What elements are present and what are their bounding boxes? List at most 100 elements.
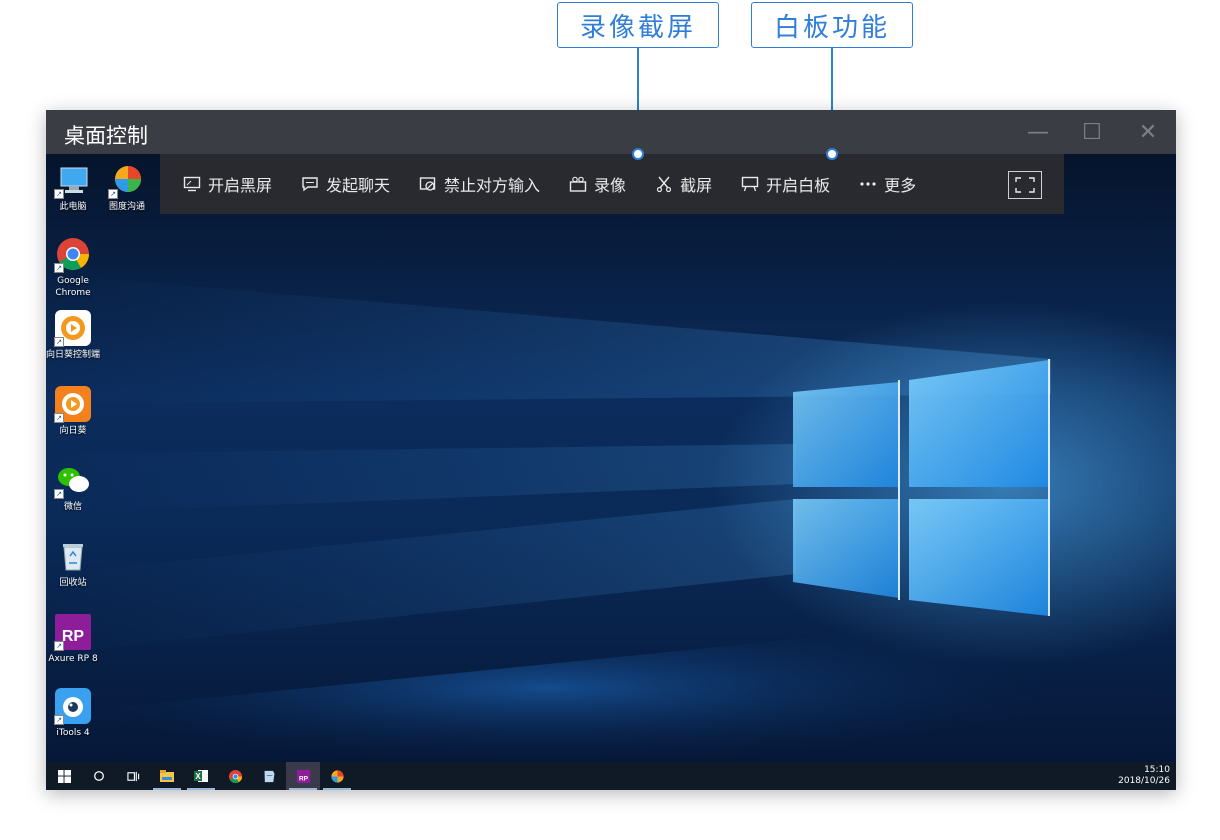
desktop-icon-chrome[interactable]: ↗ Google Chrome (46, 236, 102, 299)
desktop-icon-recycle-bin[interactable]: 回收站 (46, 538, 102, 589)
monitor-icon (182, 175, 202, 193)
clock-time: 15:10 (1144, 765, 1170, 775)
whiteboard-button[interactable]: 开启白板 (740, 172, 830, 196)
callout-whiteboard: 白板功能 (751, 2, 913, 48)
desktop-icon-label: 向日葵 (59, 426, 87, 436)
task-view-icon (126, 771, 139, 781)
desktop-icon-label: Axure RP 8 (48, 654, 98, 664)
remote-desktop-view[interactable]: 开启黑屏 发起聊天 禁止对方输入 录像 截屏 开启白板 更多 ↗ 此电脑 ↗ 图… (46, 154, 1176, 762)
maximize-button[interactable]: ☐ (1078, 118, 1106, 146)
close-button[interactable]: ✕ (1134, 118, 1162, 146)
desktop-icon-itools[interactable]: ↗ iTools 4 (46, 688, 102, 739)
windows-taskbar: X RP 15:10 2018/10/26 (46, 762, 1176, 790)
minimize-button[interactable]: — (1024, 118, 1052, 146)
svg-text:RP: RP (298, 775, 308, 782)
record-button[interactable]: 录像 (568, 172, 626, 196)
windows-wallpaper (46, 274, 1051, 762)
taskbar-file-explorer[interactable] (150, 762, 184, 790)
taskbar-chrome[interactable] (218, 762, 252, 790)
chat-icon (300, 175, 320, 193)
screenshot-button[interactable]: 截屏 (654, 172, 712, 196)
taskbar-excel[interactable]: X (184, 762, 218, 790)
taskbar-running-indicator (289, 788, 317, 790)
remote-control-toolbar: 开启黑屏 发起聊天 禁止对方输入 录像 截屏 开启白板 更多 (160, 154, 1064, 214)
more-button[interactable]: 更多 (858, 172, 916, 196)
callout-anchor-dot (826, 148, 838, 160)
camera-icon (568, 175, 588, 193)
svg-text:X: X (195, 772, 201, 781)
window-title: 桌面控制 (64, 124, 148, 148)
shortcut-arrow-icon: ↗ (54, 337, 64, 347)
block-input-button[interactable]: 禁止对方输入 (418, 172, 540, 196)
scissors-icon (654, 175, 674, 193)
shortcut-arrow-icon: ↗ (54, 489, 64, 499)
shortcut-arrow-icon: ↗ (54, 413, 64, 423)
chrome-icon (228, 769, 242, 783)
taskbar-notepad[interactable] (252, 762, 286, 790)
excel-icon: X (194, 770, 208, 782)
start-chat-button[interactable]: 发起聊天 (300, 172, 390, 196)
desktop-icon-axure[interactable]: RP ↗ Axure RP 8 (46, 614, 102, 665)
desktop-icon-label: 此电脑 (59, 202, 87, 212)
desktop-icon-sunflower[interactable]: ↗ 向日葵 (46, 386, 102, 437)
shortcut-arrow-icon: ↗ (54, 263, 64, 273)
fullscreen-button[interactable] (1008, 171, 1042, 199)
taskbar-axure[interactable]: RP (286, 762, 320, 790)
colorful-ball-icon: ↗ (108, 162, 145, 199)
desktop-icon-sunflower-control[interactable]: ↗ 向日葵控制端 (46, 310, 102, 361)
windows-start-icon (57, 769, 71, 783)
wechat-icon: ↗ (54, 462, 91, 499)
axure-icon: RP (296, 769, 310, 783)
callout-anchor-dot (632, 148, 644, 160)
toolbar-item-label: 开启白板 (766, 176, 831, 195)
desktop-icon-label: 图度沟通 (108, 202, 145, 212)
taskbar-running-indicator (323, 788, 351, 790)
chrome-icon: ↗ (54, 236, 91, 273)
task-view-button[interactable] (116, 762, 150, 790)
fullscreen-icon (1015, 177, 1035, 193)
desktop-icon-label: 微信 (63, 502, 82, 512)
toolbar-item-label: 禁止对方输入 (444, 176, 541, 195)
start-button[interactable] (46, 762, 82, 790)
desktop-icon-this-pc[interactable]: ↗ 此电脑 (46, 162, 102, 213)
taskbar-running-indicator (187, 788, 215, 790)
desktop-icon-tudu[interactable]: ↗ 图度沟通 (98, 162, 156, 213)
sunflower-icon: ↗ (54, 386, 91, 423)
file-explorer-icon (160, 770, 174, 782)
colorful-ball-icon (330, 769, 344, 783)
more-dots-icon (858, 175, 878, 193)
notepad-icon (264, 770, 274, 782)
shortcut-arrow-icon: ↗ (54, 189, 64, 199)
whiteboard-icon (740, 175, 760, 193)
desktop-icon-label: 回收站 (59, 578, 87, 588)
search-circle-icon (94, 771, 104, 781)
shortcut-arrow-icon: ↗ (54, 715, 64, 725)
desktop-icon-label: Google Chrome (55, 276, 91, 298)
callout-record-screenshot: 录像截屏 (557, 2, 719, 48)
toolbar-item-label: 开启黑屏 (208, 176, 273, 195)
taskbar-running-indicator (153, 788, 181, 790)
sunflower-control-icon: ↗ (54, 310, 91, 347)
remote-desktop-window: 桌面控制 — ☐ ✕ 开启黑屏 发起聊天 禁止对方输入 录像 截屏 开启白板 更… (46, 110, 1176, 790)
toolbar-item-label: 更多 (884, 176, 917, 195)
window-titlebar[interactable]: 桌面控制 — ☐ ✕ (46, 110, 1176, 154)
shortcut-arrow-icon: ↗ (54, 641, 64, 651)
desktop-icon-wechat[interactable]: ↗ 微信 (46, 462, 102, 513)
taskbar-clock[interactable]: 15:10 2018/10/26 (1118, 765, 1170, 787)
black-screen-button[interactable]: 开启黑屏 (182, 172, 272, 196)
toolbar-item-label: 录像 (594, 176, 627, 195)
itools-icon: ↗ (54, 688, 91, 725)
toolbar-item-label: 发起聊天 (326, 176, 391, 195)
toolbar-item-label: 截屏 (680, 176, 713, 195)
clock-date: 2018/10/26 (1118, 776, 1170, 786)
no-input-icon (418, 175, 438, 193)
axure-icon: RP ↗ (54, 614, 91, 651)
taskbar-tudu[interactable] (320, 762, 354, 790)
search-button[interactable] (82, 762, 116, 790)
computer-icon: ↗ (54, 162, 91, 199)
desktop-icon-label: 向日葵控制端 (46, 350, 100, 360)
recycle-bin-icon (55, 538, 91, 574)
svg-text:RP: RP (62, 628, 85, 645)
stage: 录像截屏 白板功能 桌面控制 — ☐ ✕ 开启黑屏 发起聊天 禁止对方输入 录像… (0, 0, 1220, 840)
desktop-icon-label: iTools 4 (56, 728, 90, 738)
